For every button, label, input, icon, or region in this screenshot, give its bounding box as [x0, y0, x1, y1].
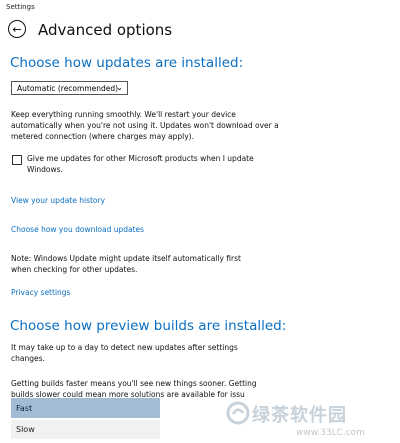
ring-option-slow[interactable]: Slow [11, 420, 160, 439]
privacy-settings-link[interactable]: Privacy settings [11, 288, 70, 297]
back-arrow-icon: ← [12, 22, 22, 36]
update-history-link[interactable]: View your update history [11, 196, 105, 205]
watermark-logo-icon [226, 401, 250, 425]
updates-description: Keep everything running smoothly. We'll … [11, 110, 279, 141]
watermark-url: www.33LC.com [296, 428, 365, 438]
preview-builds-heading: Choose how preview builds are installed: [10, 318, 287, 334]
preview-ring-list: Fast Slow [11, 398, 160, 439]
updates-heading: Choose how updates are installed: [10, 55, 244, 71]
windows-update-note: Note: Windows Update might update itself… [11, 254, 241, 274]
page-title: Advanced options [38, 21, 173, 39]
dropdown-value: Automatic (recommended) [17, 83, 119, 93]
window-title: Settings [6, 3, 35, 11]
preview-delay-text: It may take up to a day to detect new up… [11, 343, 238, 363]
other-products-checkbox[interactable] [12, 155, 22, 165]
chevron-down-icon: ⌄ [116, 83, 123, 92]
update-mode-dropdown[interactable]: Automatic (recommended) ⌄ [11, 81, 128, 95]
back-button[interactable]: ← [8, 20, 26, 38]
watermark-brand: 绿茶软件园 [252, 405, 347, 426]
other-products-checkbox-label[interactable]: Give me updates for other Microsoft prod… [27, 153, 267, 175]
ring-option-fast[interactable]: Fast [11, 398, 160, 418]
watermark: 绿茶软件园 www.33LC.com [226, 401, 398, 441]
download-updates-link[interactable]: Choose how you download updates [11, 225, 144, 234]
preview-speed-text: Getting builds faster means you'll see n… [11, 379, 257, 399]
